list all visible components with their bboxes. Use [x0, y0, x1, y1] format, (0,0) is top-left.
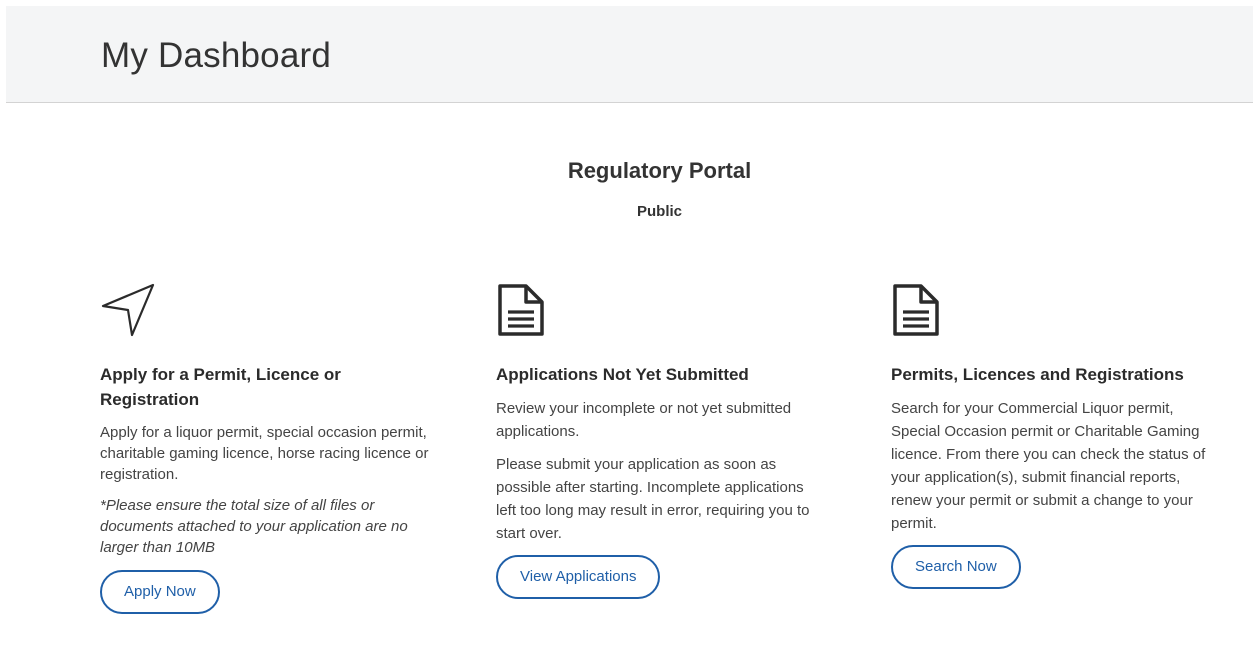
apply-card-title: Apply for a Permit, Licence or Registrat…: [100, 365, 341, 409]
portal-title: Regulatory Portal: [567, 158, 752, 183]
apply-card: Apply for a Permit, Licence or Registrat…: [100, 282, 430, 614]
applications-card-title: Applications Not Yet Submitted: [496, 365, 749, 384]
document-icon: [891, 282, 1221, 340]
apply-card-text: Apply for a liquor permit, special occas…: [100, 424, 429, 483]
portal-subtitle: Public: [636, 203, 682, 220]
applications-card: Applications Not Yet Submitted Review yo…: [496, 282, 826, 599]
apply-now-button[interactable]: Apply Now: [100, 570, 220, 614]
apply-card-note: *Please ensure the total size of all fil…: [100, 497, 408, 556]
document-icon: [496, 282, 826, 340]
page-title: My Dashboard: [101, 36, 332, 75]
applications-card-text-2: Please submit your application as soon a…: [496, 456, 810, 542]
view-applications-button[interactable]: View Applications: [496, 555, 661, 599]
page-header: My Dashboard: [6, 6, 1253, 103]
paper-plane-icon: [100, 282, 430, 340]
permits-card-title: Permits, Licences and Registrations: [891, 365, 1184, 384]
search-now-button[interactable]: Search Now: [891, 545, 1021, 589]
permits-card-text: Search for your Commercial Liquor permit…: [891, 400, 1206, 532]
applications-card-text: Review your incomplete or not yet submit…: [496, 400, 792, 440]
permits-card: Permits, Licences and Registrations Sear…: [891, 282, 1221, 589]
